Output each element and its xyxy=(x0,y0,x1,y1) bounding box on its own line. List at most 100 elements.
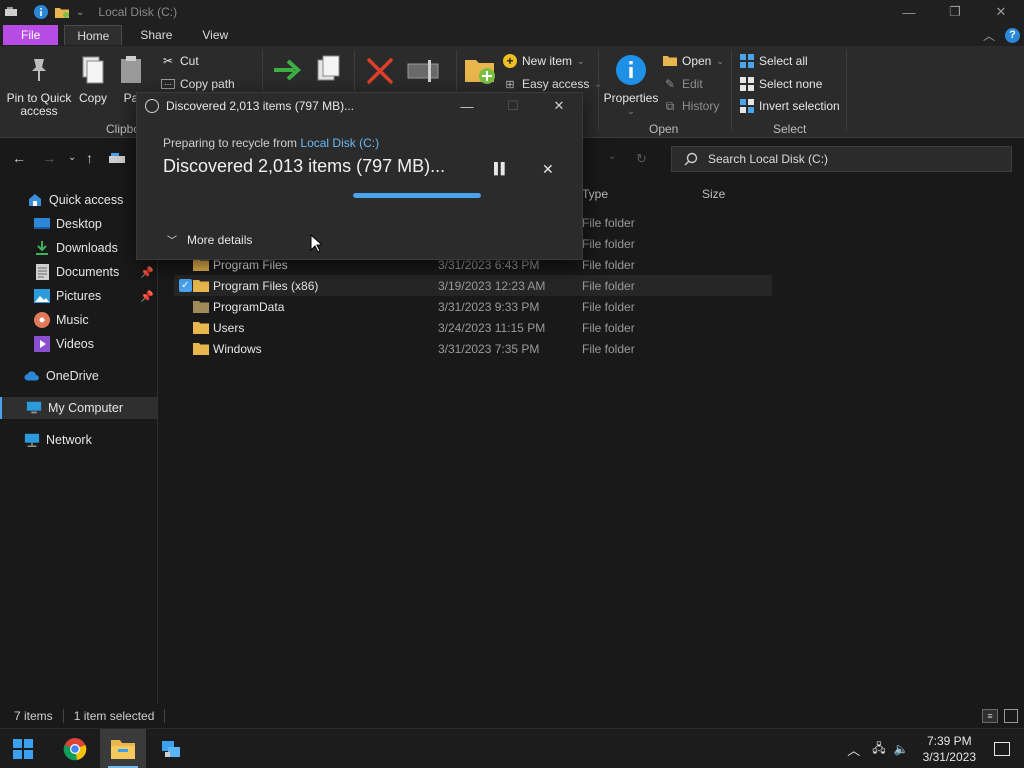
more-details-toggle[interactable]: ﹀ More details xyxy=(167,232,252,248)
cloud-icon xyxy=(24,368,40,384)
open-button[interactable]: Open ⌄ xyxy=(663,52,724,70)
edit-button[interactable]: ✎ Edit xyxy=(663,75,703,93)
maximize-button[interactable]: ❐ xyxy=(932,0,978,24)
new-item-dropdown-icon: ⌄ xyxy=(577,55,585,66)
tab-share[interactable]: Share xyxy=(128,25,184,45)
videos-icon xyxy=(34,336,50,352)
status-separator xyxy=(164,709,166,723)
close-button[interactable]: ✕ xyxy=(978,0,1024,24)
folder-icon xyxy=(111,740,135,759)
file-date: 3/31/2023 9:33 PM xyxy=(438,299,540,314)
sidebar-item-label: Quick access xyxy=(49,193,124,207)
copy-path-button[interactable]: ⋯ Copy path xyxy=(161,75,235,93)
refresh-icon[interactable]: ↻ xyxy=(636,151,647,167)
sidebar-item-label: Downloads xyxy=(56,241,118,255)
quick-access-dropdown-icon[interactable]: ⌄ xyxy=(76,7,84,18)
speaker-icon[interactable]: 🔈 xyxy=(894,742,909,756)
address-dropdown-icon[interactable]: ⌄ xyxy=(608,151,616,162)
dialog-title: Discovered 2,013 items (797 MB)... xyxy=(166,99,355,113)
taskbar-file-explorer[interactable] xyxy=(100,729,146,768)
select-none-label: Select none xyxy=(759,77,823,91)
delete-icon[interactable] xyxy=(365,56,395,86)
properties-button[interactable]: Properties ⌄ xyxy=(603,52,659,118)
dialog-close-button[interactable]: ✕ xyxy=(536,93,582,119)
new-folder-icon[interactable] xyxy=(463,54,497,86)
tab-file[interactable]: File xyxy=(3,25,59,45)
tab-view[interactable]: View xyxy=(190,25,240,45)
sidebar-item-onedrive[interactable]: OneDrive xyxy=(0,365,158,387)
copy-button[interactable]: Copy xyxy=(78,52,108,105)
network-status-icon[interactable]: 🖧 xyxy=(872,739,885,760)
copy-to-icon[interactable] xyxy=(316,54,342,84)
checkbox-checked-icon[interactable]: ✓ xyxy=(179,279,192,292)
cut-button[interactable]: ✂ Cut xyxy=(161,52,199,70)
up-arrow-icon[interactable]: ↑ xyxy=(86,150,93,166)
move-to-icon[interactable] xyxy=(272,56,304,84)
taskbar-app[interactable] xyxy=(148,729,194,768)
back-arrow-icon[interactable]: ← xyxy=(12,150,26,166)
title-bar: ⌄ Local Disk (C:) — ❐ ✕ xyxy=(0,0,1024,24)
details-view-icon[interactable]: ≡ xyxy=(982,709,998,723)
file-type: File folder xyxy=(582,341,635,356)
pin-icon[interactable]: 📌 xyxy=(140,266,154,279)
start-button[interactable] xyxy=(0,729,46,768)
sidebar-item-videos[interactable]: Videos xyxy=(0,333,158,355)
file-name: ProgramData xyxy=(213,299,285,314)
sidebar-item-desktop[interactable]: Desktop 📌 xyxy=(0,213,158,235)
taskbar-clock[interactable]: 7:39 PM 3/31/2023 xyxy=(923,733,976,765)
taskbar-chrome[interactable] xyxy=(52,729,98,768)
select-all-button[interactable]: Select all xyxy=(740,52,808,70)
pin-icon xyxy=(32,59,46,81)
sidebar-item-pictures[interactable]: Pictures 📌 xyxy=(0,285,158,307)
sidebar-item-downloads[interactable]: Downloads 📌 xyxy=(0,237,158,259)
mouse-cursor-icon xyxy=(310,234,322,253)
music-icon xyxy=(34,312,50,328)
taskbar: ︿ 🖧 🔈 7:39 PM 3/31/2023 xyxy=(0,728,1024,768)
column-header-size[interactable]: Size xyxy=(702,187,725,201)
pin-icon[interactable]: 📌 xyxy=(140,290,154,303)
rename-icon[interactable] xyxy=(406,58,442,84)
column-header-type[interactable]: Type xyxy=(582,187,608,201)
minimize-button[interactable]: — xyxy=(886,0,932,24)
sidebar-item-label: Network xyxy=(46,433,92,447)
new-item-icon: + xyxy=(503,54,517,68)
sidebar-item-label: Documents xyxy=(56,265,120,279)
table-row[interactable]: Windows 3/31/2023 7:35 PM File folder xyxy=(174,338,772,359)
chevron-up-icon[interactable]: ︿ xyxy=(847,740,860,759)
open-dropdown-icon: ⌄ xyxy=(716,55,724,66)
dialog-minimize-button[interactable]: — xyxy=(444,93,490,119)
search-box[interactable]: Search Local Disk (C:) xyxy=(671,146,1012,172)
properties-icon[interactable] xyxy=(34,5,48,19)
large-icons-view-icon[interactable] xyxy=(1004,709,1018,723)
properties-label: Properties xyxy=(603,91,659,105)
sidebar-item-music[interactable]: Music xyxy=(0,309,158,331)
help-icon[interactable]: ? xyxy=(1005,27,1020,43)
history-button[interactable]: ⧉ History xyxy=(663,97,720,115)
sidebar-item-quick-access[interactable]: Quick access xyxy=(0,189,158,211)
cancel-operation-button[interactable]: ✕ xyxy=(542,161,554,178)
new-folder-icon[interactable] xyxy=(54,5,70,19)
collapse-ribbon-icon[interactable]: ︿ xyxy=(983,27,995,44)
easy-access-button[interactable]: ⊞ Easy access ⌄ xyxy=(503,75,602,93)
pin-quick-access-button[interactable]: Pin to Quick access xyxy=(6,52,72,118)
item-count: 7 items xyxy=(14,709,53,723)
new-item-button[interactable]: + New item ⌄ xyxy=(503,52,585,70)
sidebar-item-documents[interactable]: Documents 📌 xyxy=(0,261,158,283)
tab-home[interactable]: Home xyxy=(64,25,123,45)
sidebar-item-network[interactable]: Network xyxy=(0,429,158,451)
open-label: Open xyxy=(682,54,712,68)
table-row[interactable]: ProgramData 3/31/2023 9:33 PM File folde… xyxy=(174,296,772,317)
table-row[interactable]: ✓ Program Files (x86) 3/19/2023 12:23 AM… xyxy=(174,275,772,296)
source-location-link[interactable]: Local Disk (C:) xyxy=(300,136,379,150)
pause-button[interactable]: ▌▌ xyxy=(494,163,509,175)
history-icon: ⧉ xyxy=(665,98,675,113)
invert-selection-button[interactable]: Invert selection xyxy=(740,97,840,115)
sidebar-item-my-computer[interactable]: My Computer xyxy=(0,397,158,419)
table-row[interactable]: Users 3/24/2023 11:15 PM File folder xyxy=(174,317,772,338)
file-date: 3/31/2023 7:35 PM xyxy=(438,341,540,356)
recent-locations-icon[interactable]: ⌄ xyxy=(68,152,76,163)
notification-icon[interactable] xyxy=(994,742,1010,756)
forward-arrow-icon[interactable]: → xyxy=(42,150,56,166)
select-none-button[interactable]: Select none xyxy=(740,75,822,93)
folder-icon xyxy=(193,280,209,292)
